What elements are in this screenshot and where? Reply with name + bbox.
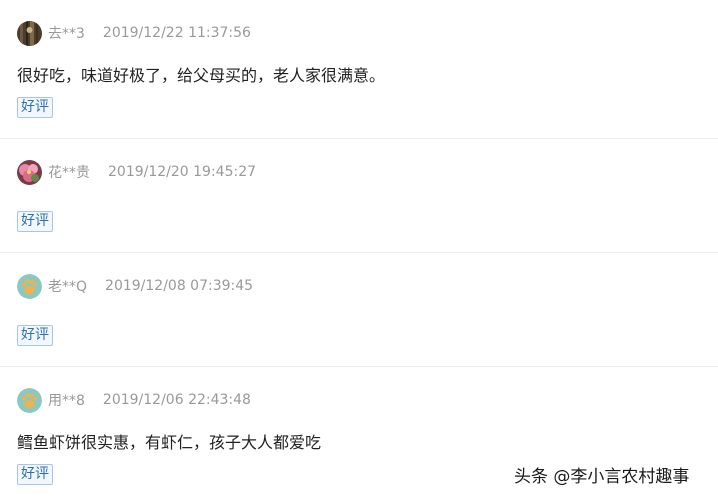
positive-review-badge: 好评 (17, 464, 53, 485)
username[interactable]: 用**8 (48, 390, 85, 410)
review-header: 老**Q 2019/12/08 07:39:45 (17, 273, 253, 299)
review-comment: 鳕鱼虾饼很实惠，有虾仁，孩子大人都爱吃 (17, 433, 322, 452)
avatar-default-paw-icon[interactable] (17, 387, 42, 413)
source-watermark: 头条 @李小言农村趣事 (514, 467, 690, 487)
positive-review-badge: 好评 (17, 97, 53, 118)
review-header: 花**贵 2019/12/20 19:45:27 (17, 159, 256, 185)
review-timestamp: 2019/12/20 19:45:27 (108, 164, 257, 180)
review-header: 用**8 2019/12/06 22:43:48 (17, 387, 251, 413)
review-item: 老**Q 2019/12/08 07:39:45 好评 (0, 253, 718, 367)
review-timestamp: 2019/12/06 22:43:48 (102, 392, 251, 408)
review-comment: 很好吃，味道好极了，给父母买的，老人家很满意。 (17, 66, 386, 85)
review-timestamp: 2019/12/22 11:37:56 (102, 25, 251, 41)
positive-review-badge: 好评 (17, 211, 53, 232)
review-header: 去**3 2019/12/22 11:37:56 (17, 20, 251, 46)
avatar-default-paw-icon[interactable] (17, 273, 42, 299)
positive-review-badge: 好评 (17, 325, 53, 346)
username[interactable]: 老**Q (48, 276, 87, 296)
review-item: 花**贵 2019/12/20 19:45:27 好评 (0, 139, 718, 253)
review-item: 去**3 2019/12/22 11:37:56 很好吃，味道好极了，给父母买的… (0, 0, 718, 139)
avatar-dark-photo-icon[interactable] (17, 20, 42, 46)
review-list: 去**3 2019/12/22 11:37:56 很好吃，味道好极了，给父母买的… (0, 0, 718, 499)
avatar-flower-photo-icon[interactable] (17, 159, 42, 185)
username[interactable]: 去**3 (48, 23, 85, 43)
review-timestamp: 2019/12/08 07:39:45 (105, 278, 254, 294)
username[interactable]: 花**贵 (48, 162, 90, 182)
